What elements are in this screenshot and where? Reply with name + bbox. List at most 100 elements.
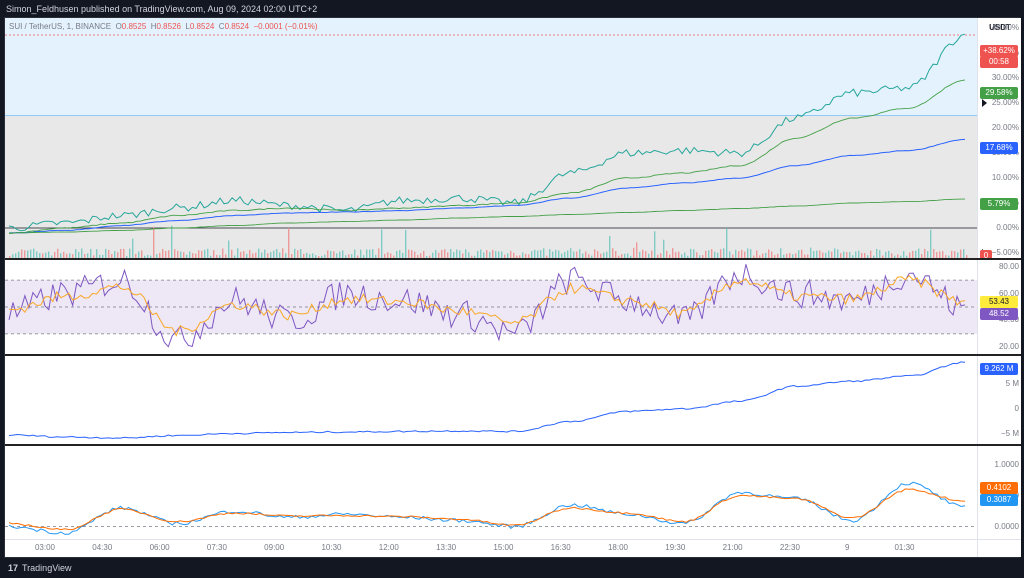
rsi-pane[interactable] xyxy=(5,260,977,354)
chart-area[interactable]: SUI / TetherUS, 1, BINANCE O0.8525 H0.85… xyxy=(4,17,1021,558)
volume-bar xyxy=(231,249,233,258)
volume-bar xyxy=(141,250,143,258)
time-tick-label: 21:00 xyxy=(722,543,743,552)
volume-bar xyxy=(693,249,695,258)
time-tick-label: 16:30 xyxy=(550,543,571,552)
volume-bar xyxy=(870,250,872,258)
volume-bar xyxy=(114,251,116,258)
ma1-badge: 29.58% xyxy=(980,87,1018,99)
obv-line xyxy=(8,361,966,439)
volume-bar xyxy=(531,251,533,258)
axis-tick-label: −5.00% xyxy=(991,248,1019,257)
volume-bar xyxy=(954,251,956,258)
axis-tick-label: 0.00% xyxy=(996,223,1019,232)
time-tick-label: 03:00 xyxy=(34,543,56,552)
volume-bar xyxy=(495,251,497,258)
volume-bar xyxy=(747,248,749,258)
volume-bar xyxy=(378,248,380,258)
volume-bar xyxy=(798,250,800,258)
time-axis[interactable]: 03:00 04:30 06:00 07:30 09:00 10:30 12:00 13:30… xyxy=(5,539,977,557)
time-tick-label: 12:00 xyxy=(378,543,399,552)
time-tick-label: 13:30 xyxy=(436,543,457,552)
volume-bar xyxy=(819,250,821,258)
axis-tick-label: 25.00% xyxy=(991,98,1019,107)
volume-bar xyxy=(300,249,302,258)
time-tick-label: 07:30 xyxy=(206,543,227,552)
price-axis[interactable]: USDT 40.00%35.00%30.00%25.00%20.00%15.00… xyxy=(977,18,1021,262)
volume-bar xyxy=(645,251,647,258)
countdown-badge: 00:58 xyxy=(980,56,1018,68)
axis-tick-label: 20.00% xyxy=(991,123,1019,132)
volume-bar xyxy=(174,249,176,258)
axis-tick-label: −5 M xyxy=(1000,428,1019,438)
time-tick-label: 9 xyxy=(844,543,850,552)
volume-bar xyxy=(120,248,122,258)
volume-bar xyxy=(672,248,674,258)
volume-bar xyxy=(501,251,503,258)
volume-bar xyxy=(654,231,656,258)
volume-bar xyxy=(903,251,905,258)
volume-bar xyxy=(876,248,878,258)
rsi-chart xyxy=(5,264,977,348)
volume-bar xyxy=(33,248,35,258)
volume-bar xyxy=(36,251,38,258)
volume-bar xyxy=(477,250,479,258)
macd-pane[interactable] xyxy=(5,446,977,539)
volume-bar xyxy=(405,229,407,258)
volume-bar xyxy=(597,251,599,258)
volume-bar xyxy=(756,250,758,258)
volume-bar xyxy=(168,250,170,258)
volume-bar xyxy=(162,248,164,258)
volume-bar xyxy=(297,250,299,258)
volume-bar xyxy=(726,228,728,258)
time-tick-label: 15:00 xyxy=(493,543,514,552)
rsi-ma-badge: 53.43 xyxy=(980,296,1018,308)
macd-chart xyxy=(5,481,977,535)
volume-bar xyxy=(456,249,458,258)
volume-bar xyxy=(768,249,770,258)
ma2-badge: 17.68% xyxy=(980,142,1018,154)
obv-badge: 9.262 M xyxy=(980,363,1018,375)
obv-chart xyxy=(8,361,966,439)
tradingview-logo[interactable]: 17 TradingView xyxy=(8,562,72,574)
volume-bar xyxy=(366,249,368,258)
volume-bar xyxy=(123,248,125,258)
volume-bar xyxy=(435,250,437,258)
volume-bar xyxy=(642,249,644,258)
macd-axis[interactable]: 1.00000.50000.0000 0.4102 0.3087 xyxy=(977,446,1021,539)
volume-bar xyxy=(690,248,692,258)
price-pane[interactable]: SUI / TetherUS, 1, BINANCE O0.8525 H0.85… xyxy=(5,18,977,258)
volume-bar xyxy=(708,250,710,258)
obv-axis[interactable]: 5 M 0 −5 M 9.262 M xyxy=(977,356,1021,444)
volume-bar xyxy=(537,250,539,258)
volume-bar xyxy=(720,249,722,258)
volume-bar xyxy=(177,250,179,258)
volume-bar xyxy=(153,226,155,258)
volume-bar xyxy=(480,249,482,258)
volume-bar xyxy=(441,249,443,258)
volume-bar xyxy=(543,248,545,258)
volume-bar xyxy=(633,247,635,258)
time-tick-label: 19:30 xyxy=(665,543,686,552)
rsi-axis[interactable]: 80.0060.0040.0020.00 53.43 48.52 xyxy=(977,260,1021,354)
volume-bar xyxy=(933,248,935,258)
volume-bar xyxy=(810,247,812,258)
volume-bar xyxy=(834,248,836,258)
volume-bar xyxy=(423,250,425,258)
volume-bar xyxy=(204,249,206,258)
volume-bar xyxy=(249,250,251,258)
volume-bar xyxy=(705,250,707,258)
axis-tick-label: 10.00% xyxy=(991,173,1019,182)
time-tick-label: 04:30 xyxy=(92,543,113,552)
volume-bar xyxy=(330,250,332,258)
volume-bar xyxy=(738,251,740,258)
macd-badge: 0.3087 xyxy=(980,494,1018,506)
price-chart xyxy=(5,18,977,258)
volume-bar xyxy=(396,250,398,258)
volume-bar xyxy=(171,225,173,258)
volume-bar xyxy=(198,250,200,258)
obv-pane[interactable] xyxy=(5,356,977,444)
time-tick-label: 09:00 xyxy=(264,543,285,552)
scroll-arrow-icon xyxy=(982,99,987,107)
volume-bar xyxy=(372,249,374,258)
